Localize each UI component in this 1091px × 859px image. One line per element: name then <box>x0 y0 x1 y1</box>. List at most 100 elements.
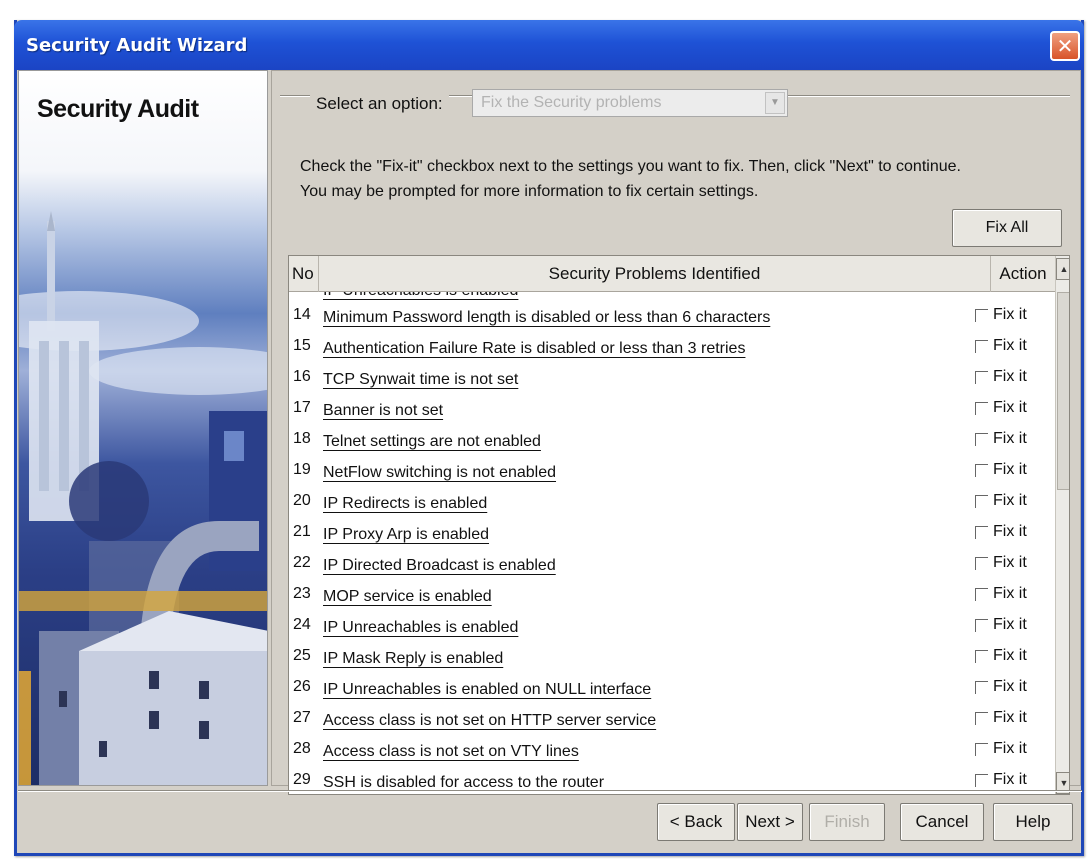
problem-link[interactable]: MOP service is enabled <box>323 588 492 606</box>
row-number: 22 <box>293 554 311 571</box>
fix-it-checkbox[interactable]: Fix it <box>975 678 1027 696</box>
row-number: 14 <box>293 306 311 323</box>
checkbox-icon[interactable] <box>975 494 988 508</box>
checkbox-icon[interactable] <box>975 370 988 384</box>
option-dropdown[interactable]: Fix the Security problems ▼ <box>472 89 788 117</box>
table-row: 22 IP Directed Broadcast is enabled Fix it <box>289 548 1055 579</box>
fix-it-checkbox[interactable]: Fix it <box>975 306 1027 324</box>
wizard-content-panel: Select an option: Fix the Security probl… <box>271 70 1081 795</box>
back-button[interactable]: < Back <box>657 803 735 841</box>
fix-it-checkbox[interactable]: Fix it <box>975 337 1027 355</box>
checkbox-icon[interactable] <box>975 711 988 725</box>
fix-it-checkbox[interactable]: Fix it <box>975 430 1027 448</box>
security-problems-table: No Security Problems Identified Action I… <box>288 255 1070 795</box>
table-row: 24 IP Unreachables is enabled Fix it <box>289 610 1055 641</box>
fix-it-label: Fix it <box>993 740 1027 757</box>
fix-it-checkbox[interactable]: Fix it <box>975 368 1027 386</box>
problem-link[interactable]: IP Mask Reply is enabled <box>323 650 503 668</box>
fix-it-checkbox[interactable]: Fix it <box>975 492 1027 510</box>
fix-it-checkbox[interactable]: Fix it <box>975 461 1027 479</box>
fix-it-checkbox[interactable]: Fix it <box>975 647 1027 665</box>
city-illustration <box>19 211 267 785</box>
row-number: 17 <box>293 399 311 416</box>
checkbox-icon[interactable] <box>975 649 988 663</box>
problem-link[interactable]: Telnet settings are not enabled <box>323 433 541 451</box>
problem-link[interactable]: IP Proxy Arp is enabled <box>323 526 489 544</box>
row-number: 21 <box>293 523 311 540</box>
banner-title: Security Audit <box>37 95 199 123</box>
security-audit-wizard-window: Security Audit Wizard ✕ Security Audit S… <box>14 20 1084 856</box>
close-button[interactable]: ✕ <box>1050 31 1080 61</box>
fix-it-checkbox[interactable]: Fix it <box>975 585 1027 603</box>
table-row: 21 IP Proxy Arp is enabled Fix it <box>289 517 1055 548</box>
problem-link[interactable]: IP Unreachables is enabled <box>323 619 518 637</box>
checkbox-icon[interactable] <box>975 773 988 787</box>
problem-text-partial: IP Unreachables is enabled <box>323 292 518 300</box>
problem-link[interactable]: Authentication Failure Rate is disabled … <box>323 340 745 358</box>
column-header-no[interactable]: No <box>289 256 319 292</box>
problem-link[interactable]: NetFlow switching is not enabled <box>323 464 556 482</box>
fix-it-label: Fix it <box>993 616 1027 633</box>
table-row: 25 IP Mask Reply is enabled Fix it <box>289 641 1055 672</box>
checkbox-icon[interactable] <box>975 556 988 570</box>
problem-link[interactable]: IP Redirects is enabled <box>323 495 487 513</box>
close-icon: ✕ <box>1056 34 1074 58</box>
instructions-line-1: Check the "Fix-it" checkbox next to the … <box>300 158 961 175</box>
window-title: Security Audit Wizard <box>26 35 248 56</box>
table-row: 14 Minimum Password length is disabled or… <box>289 300 1055 331</box>
fix-it-checkbox[interactable]: Fix it <box>975 399 1027 417</box>
table-row: 16 TCP Synwait time is not set Fix it <box>289 362 1055 393</box>
fix-it-label: Fix it <box>993 709 1027 726</box>
table-row: 18 Telnet settings are not enabled Fix it <box>289 424 1055 455</box>
checkbox-icon[interactable] <box>975 618 988 632</box>
fix-it-label: Fix it <box>993 461 1027 478</box>
problem-link[interactable]: Minimum Password length is disabled or l… <box>323 309 770 327</box>
fix-it-checkbox[interactable]: Fix it <box>975 709 1027 727</box>
cancel-button[interactable]: Cancel <box>900 803 984 841</box>
fix-it-label: Fix it <box>993 337 1027 354</box>
finish-button[interactable]: Finish <box>809 803 885 841</box>
fix-all-button[interactable]: Fix All <box>952 209 1062 247</box>
checkbox-icon[interactable] <box>975 680 988 694</box>
fix-it-label: Fix it <box>993 771 1027 788</box>
fix-it-checkbox[interactable]: Fix it <box>975 740 1027 758</box>
table-row: 27 Access class is not set on HTTP server… <box>289 703 1055 734</box>
problem-link[interactable]: Banner is not set <box>323 402 443 420</box>
help-button[interactable]: Help <box>993 803 1073 841</box>
fix-it-checkbox[interactable]: Fix it <box>975 523 1027 541</box>
fix-it-checkbox[interactable]: Fix it <box>975 771 1027 789</box>
column-header-problems[interactable]: Security Problems Identified <box>319 256 991 292</box>
fix-it-checkbox[interactable]: Fix it <box>975 554 1027 572</box>
checkbox-icon[interactable] <box>975 587 988 601</box>
checkbox-icon[interactable] <box>975 308 988 322</box>
checkbox-icon[interactable] <box>975 401 988 415</box>
checkbox-icon[interactable] <box>975 463 988 477</box>
fix-it-label: Fix it <box>993 647 1027 664</box>
problem-link[interactable]: Access class is not set on HTTP server s… <box>323 712 656 730</box>
checkbox-icon[interactable] <box>975 742 988 756</box>
next-button[interactable]: Next > <box>737 803 803 841</box>
fix-it-label: Fix it <box>993 492 1027 509</box>
problem-link[interactable]: TCP Synwait time is not set <box>323 371 518 389</box>
checkbox-icon[interactable] <box>975 432 988 446</box>
fix-it-label: Fix it <box>993 554 1027 571</box>
title-bar: Security Audit Wizard ✕ <box>14 20 1084 70</box>
table-row: 28 Access class is not set on VTY lines Fi… <box>289 734 1055 765</box>
instructions-text: Check the "Fix-it" checkbox next to the … <box>300 154 1080 204</box>
table-body: IP Unreachables is enabled 14 Minimum Pas… <box>289 292 1055 794</box>
fix-it-label: Fix it <box>993 306 1027 323</box>
checkbox-icon[interactable] <box>975 525 988 539</box>
row-number: 27 <box>293 709 311 726</box>
scroll-up-arrow-icon[interactable]: ▲ <box>1056 258 1069 280</box>
checkbox-icon[interactable] <box>975 339 988 353</box>
problem-link[interactable]: IP Directed Broadcast is enabled <box>323 557 556 575</box>
table-scrollbar[interactable]: ▲ ▼ <box>1055 256 1069 794</box>
problem-link[interactable]: IP Unreachables is enabled on NULL inter… <box>323 681 651 699</box>
scroll-thumb[interactable] <box>1057 292 1069 490</box>
option-dropdown-value: Fix the Security problems <box>481 94 662 111</box>
problem-link[interactable]: Access class is not set on VTY lines <box>323 743 579 761</box>
chevron-down-icon[interactable]: ▼ <box>765 92 785 114</box>
table-row: 20 IP Redirects is enabled Fix it <box>289 486 1055 517</box>
column-header-action[interactable]: Action <box>991 256 1055 292</box>
fix-it-checkbox[interactable]: Fix it <box>975 616 1027 634</box>
